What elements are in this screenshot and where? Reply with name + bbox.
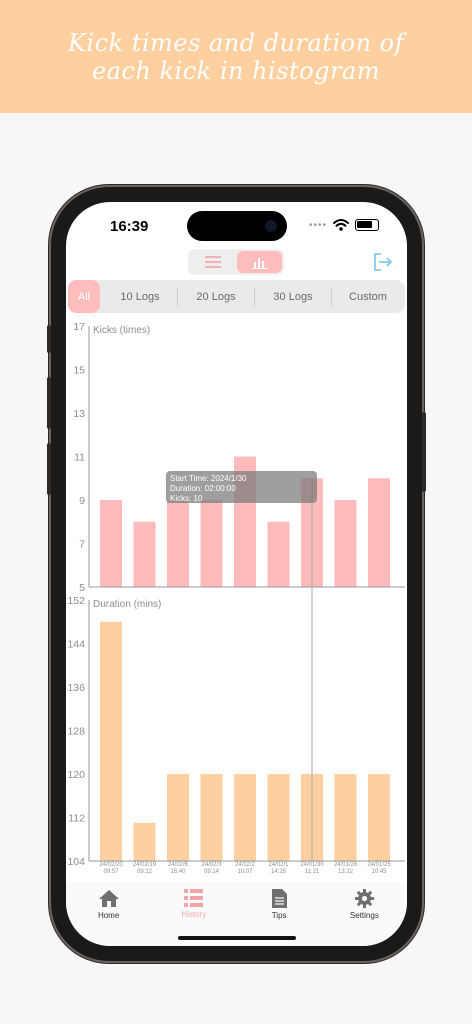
tab-label: Tips <box>271 911 287 920</box>
log-filter: All 10 Logs 20 Logs 30 Logs Custom <box>68 280 405 313</box>
filter-all[interactable]: All <box>68 280 100 313</box>
tooltip-line: Start Time: 2024/1/30 <box>170 474 247 483</box>
tooltip-line: Duration: 02:00:00 <box>170 484 236 493</box>
tab-home[interactable]: Home <box>66 882 151 946</box>
status-time: 16:39 <box>110 218 149 235</box>
bar-chart-icon <box>251 257 268 269</box>
x-tick-label: 24/02/20 <box>99 862 123 868</box>
battery-icon <box>355 219 379 231</box>
camera-icon <box>265 220 277 232</box>
x-tick-label: 14:25 <box>271 869 287 875</box>
y-tick-label: 17 <box>73 321 85 333</box>
charts-area[interactable]: Kicks (times) 17 15 13 11 9 7 5 Duration (mins) 1… <box>66 312 407 882</box>
y-tick-label: 13 <box>73 408 85 420</box>
power-button <box>422 412 426 492</box>
house-icon <box>98 890 119 907</box>
chart-view-button[interactable] <box>237 251 282 273</box>
tab-label: History <box>181 910 207 919</box>
wifi-icon <box>333 219 349 231</box>
chart-bar <box>100 621 122 861</box>
banner: Kick times and duration of each kick in … <box>0 0 472 113</box>
x-tick-label: 24/02/3 <box>201 862 222 868</box>
y-tick-label: 128 <box>67 726 85 738</box>
chart-bar <box>334 774 357 861</box>
status-icons: •••• <box>309 219 379 231</box>
y-tick-label: 104 <box>67 856 85 868</box>
screen: 16:39 •••• All 10 Logs 20 Logs 30 Logs C… <box>66 202 407 946</box>
x-tick-label: 24/02/6 <box>168 862 189 868</box>
y-tick-label: 136 <box>67 682 85 694</box>
tab-settings[interactable]: Settings <box>322 882 407 946</box>
y-tick-label: 144 <box>67 639 85 651</box>
chart-bar <box>267 521 290 587</box>
export-button[interactable] <box>373 252 393 277</box>
x-tick-label: 10:45 <box>371 869 387 875</box>
y-tick-label: 5 <box>79 582 85 594</box>
x-tick-label: 24/02/19 <box>133 862 157 868</box>
chart-bar <box>368 774 390 861</box>
x-tick-label: 24/01/25 <box>367 862 391 868</box>
signal-dots-icon: •••• <box>308 219 327 231</box>
x-tick-label: 09:57 <box>103 869 119 875</box>
banner-title: Kick times and duration of each kick in … <box>68 28 404 85</box>
filter-custom[interactable]: Custom <box>332 280 404 313</box>
chart-bar <box>167 774 189 861</box>
y-tick-label: 15 <box>73 365 85 377</box>
axis-label: Duration (mins) <box>93 599 161 610</box>
phone-frame: 16:39 •••• All 10 Logs 20 Logs 30 Logs C… <box>47 187 426 961</box>
view-toggle <box>188 249 284 275</box>
y-tick-label: 120 <box>67 769 85 781</box>
chart-bar <box>368 478 390 587</box>
document-icon <box>271 889 287 908</box>
axis-label: Kicks (times) <box>93 325 150 336</box>
chart-bar <box>267 774 290 861</box>
action-button <box>47 325 51 353</box>
tab-label: Home <box>97 911 120 920</box>
tooltip: Start Time: 2024/1/30Duration: 02:00:00K… <box>166 471 317 503</box>
x-tick-label: 11:21 <box>305 869 320 875</box>
chart-bar <box>334 500 357 587</box>
list-view-button[interactable] <box>190 251 235 273</box>
chart-bar <box>200 774 223 861</box>
y-tick-label: 112 <box>68 813 85 825</box>
x-tick-label: 24/02/2 <box>235 862 256 868</box>
filter-10-logs[interactable]: 10 Logs <box>103 280 177 313</box>
tooltip-line: Kicks: 10 <box>170 494 203 503</box>
y-tick-label: 152 <box>67 595 85 607</box>
y-tick-label: 7 <box>79 539 85 551</box>
x-tick-label: 09:14 <box>204 869 220 875</box>
chart-bar <box>133 521 156 587</box>
chart-bar <box>100 500 122 587</box>
x-tick-label: 24/01/26 <box>334 862 358 868</box>
x-tick-label: 09:12 <box>137 869 153 875</box>
x-tick-label: 24/01/30 <box>300 862 324 868</box>
x-tick-label: 24/02/1 <box>268 862 289 868</box>
home-indicator <box>178 936 296 940</box>
tab-label: Settings <box>349 911 379 920</box>
chart-bar <box>167 500 189 587</box>
filter-30-logs[interactable]: 30 Logs <box>255 280 331 313</box>
list-icon <box>184 889 204 907</box>
chart-bar <box>133 822 156 861</box>
list-icon <box>204 256 221 268</box>
filter-20-logs[interactable]: 20 Logs <box>178 280 254 313</box>
x-tick-label: 15:40 <box>170 869 186 875</box>
chart-bar <box>200 500 223 587</box>
x-tick-label: 13:22 <box>338 869 354 875</box>
chart-bar <box>234 774 256 861</box>
y-tick-label: 11 <box>74 452 85 464</box>
logout-icon <box>374 253 393 271</box>
volume-up-button <box>47 377 51 429</box>
gear-icon <box>354 889 374 908</box>
y-tick-label: 9 <box>79 495 85 507</box>
x-tick-label: 10:07 <box>237 869 253 875</box>
dynamic-island <box>187 211 287 241</box>
volume-down-button <box>47 443 51 495</box>
